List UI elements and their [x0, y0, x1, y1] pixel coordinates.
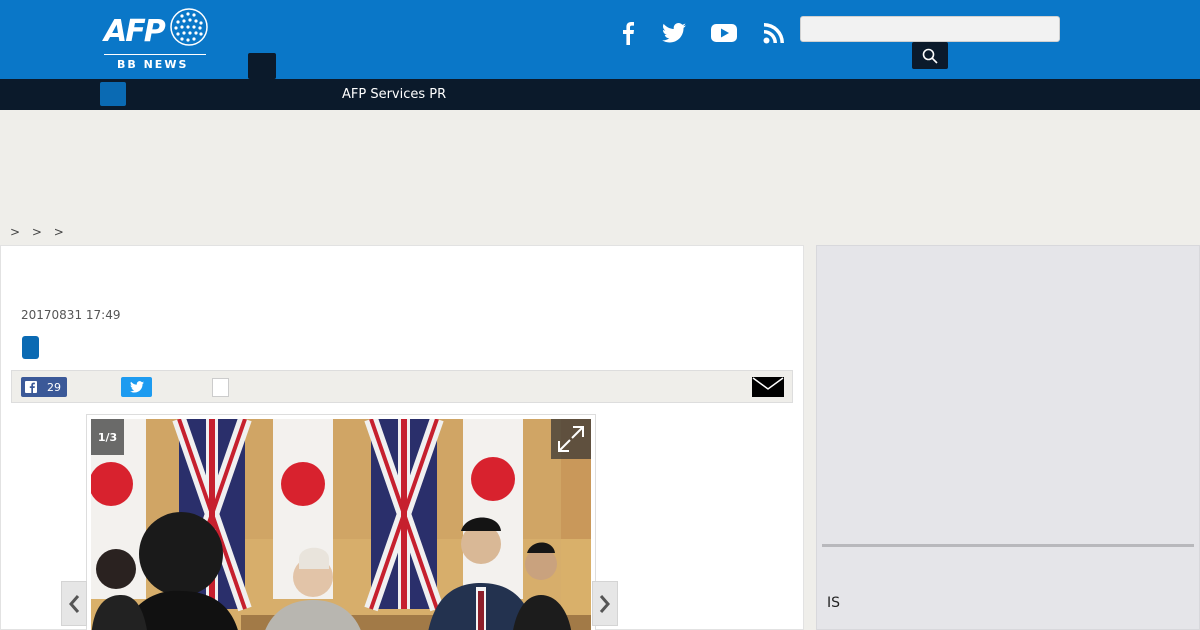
expand-icon	[558, 426, 584, 452]
fullscreen-button[interactable]	[551, 419, 591, 459]
logo-divider	[104, 54, 206, 55]
gallery-prev-button[interactable]	[61, 581, 87, 626]
photo-gallery: 1/3	[86, 414, 596, 630]
twitter-icon	[129, 381, 144, 393]
main-nav: AFP Services PR	[0, 79, 1200, 110]
sidebar: IS	[816, 245, 1200, 630]
rss-link[interactable]	[760, 20, 788, 46]
menu-button[interactable]	[248, 53, 276, 79]
facebook-link[interactable]	[614, 20, 642, 46]
mail-share-button[interactable]	[752, 377, 784, 397]
article-card: 20170831 17:49 29 1/3	[0, 245, 804, 630]
afp-logo[interactable]: AFP BB NEWS	[104, 8, 208, 72]
search-button[interactable]	[912, 42, 948, 69]
line-share-button[interactable]	[212, 378, 229, 397]
search-input[interactable]	[800, 16, 1060, 42]
facebook-icon	[25, 381, 37, 393]
facebook-share-count: 29	[47, 380, 61, 394]
search-icon	[922, 48, 938, 64]
breadcrumb[interactable]: > > >	[10, 225, 68, 239]
photo-image	[91, 419, 591, 630]
twitter-icon	[662, 23, 686, 43]
rss-icon	[763, 23, 784, 44]
sidebar-divider	[822, 544, 1194, 547]
mail-icon	[752, 377, 784, 397]
twitter-share-button[interactable]	[121, 377, 152, 397]
facebook-icon	[623, 22, 634, 45]
share-bar: 29	[11, 370, 793, 403]
category-tag[interactable]	[22, 336, 39, 359]
nav-home-button[interactable]	[100, 82, 126, 106]
gallery-counter: 1/3	[91, 419, 124, 455]
youtube-link[interactable]	[710, 20, 738, 46]
youtube-icon	[711, 24, 737, 42]
nav-item-afp-services-pr[interactable]: AFP Services PR	[342, 87, 446, 102]
gallery-next-button[interactable]	[592, 581, 618, 626]
twitter-link[interactable]	[660, 20, 688, 46]
article-timestamp: 20170831 17:49	[21, 308, 121, 322]
site-header: AFP BB NEWS	[0, 0, 1200, 79]
gallery-photo[interactable]	[91, 419, 591, 630]
logo-subtitle: BB NEWS	[117, 58, 189, 71]
chevron-right-icon	[599, 594, 610, 613]
facebook-share-button[interactable]: 29	[21, 377, 67, 397]
sidebar-label: IS	[827, 595, 841, 611]
chevron-left-icon	[69, 594, 80, 613]
logo-text: AFP	[104, 14, 166, 49]
globe-icon	[170, 8, 208, 46]
